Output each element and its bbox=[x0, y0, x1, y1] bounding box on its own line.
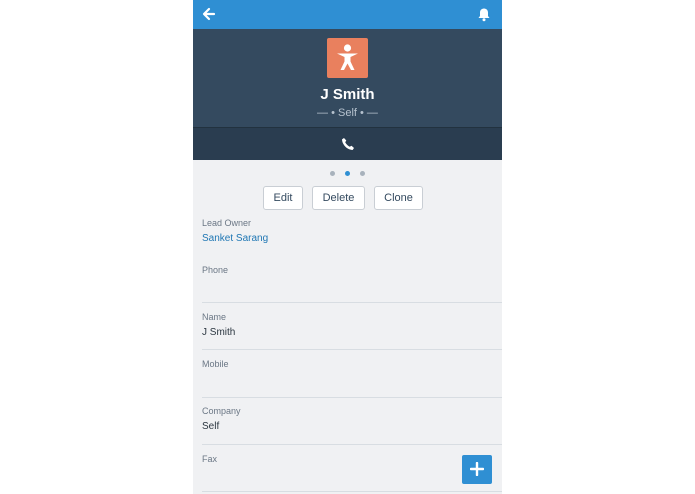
field-label: Mobile bbox=[202, 359, 229, 369]
page-indicator bbox=[193, 171, 502, 176]
top-navigation-bar bbox=[193, 0, 502, 29]
edit-button[interactable]: Edit bbox=[263, 186, 303, 210]
call-bar[interactable] bbox=[193, 127, 502, 160]
back-arrow-icon[interactable] bbox=[201, 6, 217, 22]
divider bbox=[202, 397, 502, 398]
clone-button[interactable]: Clone bbox=[374, 186, 423, 210]
add-button[interactable] bbox=[462, 455, 492, 484]
avatar bbox=[327, 38, 368, 78]
page-dot[interactable] bbox=[360, 171, 365, 176]
page-dot[interactable] bbox=[330, 171, 335, 176]
bell-icon[interactable] bbox=[477, 7, 491, 22]
field-label: Lead Owner bbox=[202, 218, 252, 228]
phone-icon[interactable] bbox=[341, 137, 355, 151]
record-header: J Smith — • Self • — bbox=[193, 29, 502, 127]
field-label: Fax bbox=[202, 454, 218, 464]
record-name: J Smith bbox=[320, 86, 375, 103]
divider bbox=[202, 491, 502, 492]
field-label: Name bbox=[202, 312, 227, 322]
record-subtitle: — • Self • — bbox=[317, 107, 378, 119]
record-screen: J Smith — • Self • — Edit Delete Clone L… bbox=[193, 0, 502, 494]
field-label: Phone bbox=[202, 265, 229, 275]
field-value: Self bbox=[202, 421, 220, 432]
person-icon bbox=[337, 44, 358, 70]
field-value: J Smith bbox=[202, 327, 236, 338]
delete-button[interactable]: Delete bbox=[312, 186, 365, 210]
plus-icon bbox=[470, 462, 484, 476]
page-dot-active[interactable] bbox=[345, 171, 350, 176]
action-buttons: Edit Delete Clone bbox=[193, 186, 502, 210]
lead-owner-link[interactable]: Sanket Sarang bbox=[202, 233, 268, 244]
divider bbox=[202, 302, 502, 303]
field-label: Company bbox=[202, 406, 241, 416]
divider bbox=[202, 349, 502, 350]
divider bbox=[202, 444, 502, 445]
